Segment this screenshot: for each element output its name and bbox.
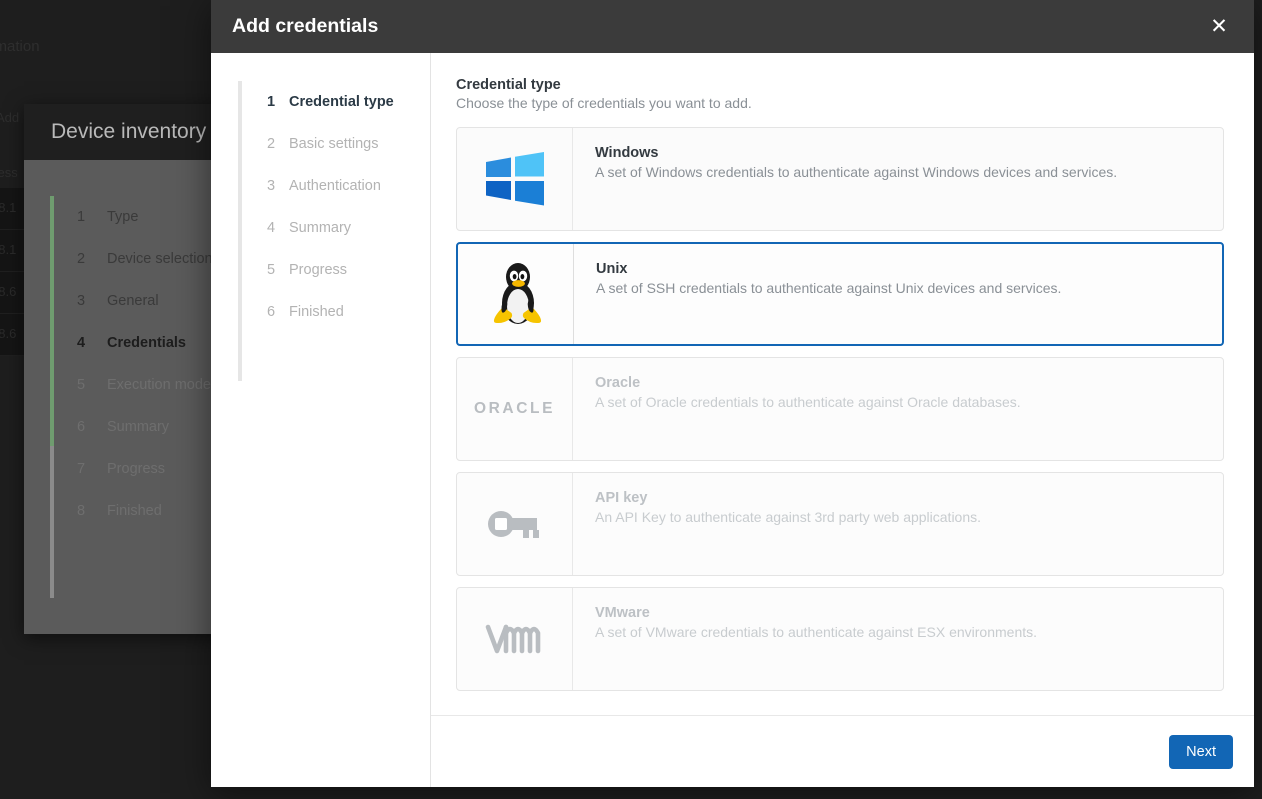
wizard-step-basic-settings[interactable]: 2 Basic settings — [211, 123, 430, 165]
dialog-body: 1 Credential type 2 Basic settings 3 Aut… — [211, 53, 1254, 787]
credential-option-unix[interactable]: Unix A set of SSH credentials to authent… — [456, 242, 1224, 346]
wizard-progress-rail — [238, 81, 242, 381]
pane-title: Credential type — [456, 77, 1224, 93]
step-number: 6 — [267, 304, 289, 320]
step-number: 8 — [77, 503, 107, 519]
wizard-main-pane: Credential type Choose the type of crede… — [431, 53, 1254, 787]
background-address-label: dress — [0, 165, 18, 180]
step-label: Credential type — [289, 94, 394, 110]
device-inventory-title: Device inventory — [51, 120, 206, 144]
background-ip-cell: 68.1 — [0, 200, 16, 215]
step-number: 5 — [267, 262, 289, 278]
windows-logo-icon — [484, 152, 546, 206]
pane-subtitle: Choose the type of credentials you want … — [456, 95, 1224, 111]
device-inventory-progress-fill — [50, 196, 54, 446]
credential-icon-cell — [457, 588, 573, 690]
oracle-logo-icon: ORACLE — [474, 400, 555, 418]
step-number: 2 — [267, 136, 289, 152]
step-number: 1 — [77, 209, 107, 225]
wizard-step-summary[interactable]: 4 Summary — [211, 207, 430, 249]
credential-option-oracle: ORACLE Oracle A set of Oracle credential… — [456, 357, 1224, 461]
key-icon — [487, 507, 543, 541]
credential-icon-cell — [457, 473, 573, 575]
wizard-step-finished[interactable]: 6 Finished — [211, 291, 430, 333]
step-label: Finished — [289, 304, 344, 320]
wizard-step-authentication[interactable]: 3 Authentication — [211, 165, 430, 207]
dialog-title: Add credentials — [232, 15, 378, 38]
dialog-header: Add credentials ✕ — [211, 0, 1254, 53]
dialog-footer: Next — [431, 715, 1254, 787]
background-add-label: Add — [0, 110, 19, 125]
step-label: Progress — [289, 262, 347, 278]
step-number: 2 — [77, 251, 107, 267]
credential-text-cell: Windows A set of Windows credentials to … — [573, 128, 1223, 230]
tux-penguin-icon — [488, 261, 544, 327]
credential-description: An API Key to authenticate against 3rd p… — [595, 509, 1205, 525]
vmware-logo-icon — [483, 619, 547, 659]
credential-text-cell: Unix A set of SSH credentials to authent… — [574, 244, 1222, 344]
step-label: Finished — [107, 503, 162, 519]
step-number: 4 — [267, 220, 289, 236]
step-number: 1 — [267, 94, 289, 110]
wizard-step-progress[interactable]: 5 Progress — [211, 249, 430, 291]
add-credentials-dialog: Add credentials ✕ 1 Credential type 2 Ba… — [211, 0, 1254, 787]
credential-name: API key — [595, 490, 1205, 506]
step-label: Execution mode — [107, 377, 211, 393]
credential-description: A set of SSH credentials to authenticate… — [596, 280, 1204, 296]
step-number: 3 — [77, 293, 107, 309]
step-label: General — [107, 293, 159, 309]
next-button[interactable]: Next — [1169, 735, 1233, 769]
step-label: Summary — [107, 419, 169, 435]
credential-type-list: Credential type Choose the type of crede… — [431, 53, 1254, 715]
credential-description: A set of Windows credentials to authenti… — [595, 164, 1205, 180]
step-number: 4 — [77, 335, 107, 351]
wizard-stepper: 1 Credential type 2 Basic settings 3 Aut… — [211, 53, 431, 787]
credential-name: Oracle — [595, 375, 1205, 391]
background-automation-label: tomation — [0, 38, 40, 55]
credential-icon-cell — [457, 128, 573, 230]
credential-name: Unix — [596, 261, 1204, 277]
step-label: Type — [107, 209, 138, 225]
credential-text-cell: VMware A set of VMware credentials to au… — [573, 588, 1223, 690]
step-number: 3 — [267, 178, 289, 194]
step-number: 7 — [77, 461, 107, 477]
credential-name: VMware — [595, 605, 1205, 621]
credential-option-vmware: VMware A set of VMware credentials to au… — [456, 587, 1224, 691]
credential-icon-cell: ORACLE — [457, 358, 573, 460]
background-ip-cell: 68.1 — [0, 242, 16, 257]
credential-description: A set of Oracle credentials to authentic… — [595, 394, 1205, 410]
credential-option-api-key: API key An API Key to authenticate again… — [456, 472, 1224, 576]
step-label: Basic settings — [289, 136, 378, 152]
step-number: 6 — [77, 419, 107, 435]
credential-icon-cell — [458, 244, 574, 344]
step-label: Device selection — [107, 251, 213, 267]
credential-text-cell: API key An API Key to authenticate again… — [573, 473, 1223, 575]
step-label: Authentication — [289, 178, 381, 194]
step-label: Progress — [107, 461, 165, 477]
background-ip-cell: 68.6 — [0, 284, 16, 299]
step-label: Credentials — [107, 335, 186, 351]
step-label: Summary — [289, 220, 351, 236]
credential-text-cell: Oracle A set of Oracle credentials to au… — [573, 358, 1223, 460]
step-number: 5 — [77, 377, 107, 393]
wizard-step-credential-type[interactable]: 1 Credential type — [211, 81, 430, 123]
credential-name: Windows — [595, 145, 1205, 161]
close-icon[interactable]: ✕ — [1202, 10, 1236, 44]
credential-option-windows[interactable]: Windows A set of Windows credentials to … — [456, 127, 1224, 231]
credential-description: A set of VMware credentials to authentic… — [595, 624, 1205, 640]
background-ip-cell: 68.6 — [0, 326, 16, 341]
